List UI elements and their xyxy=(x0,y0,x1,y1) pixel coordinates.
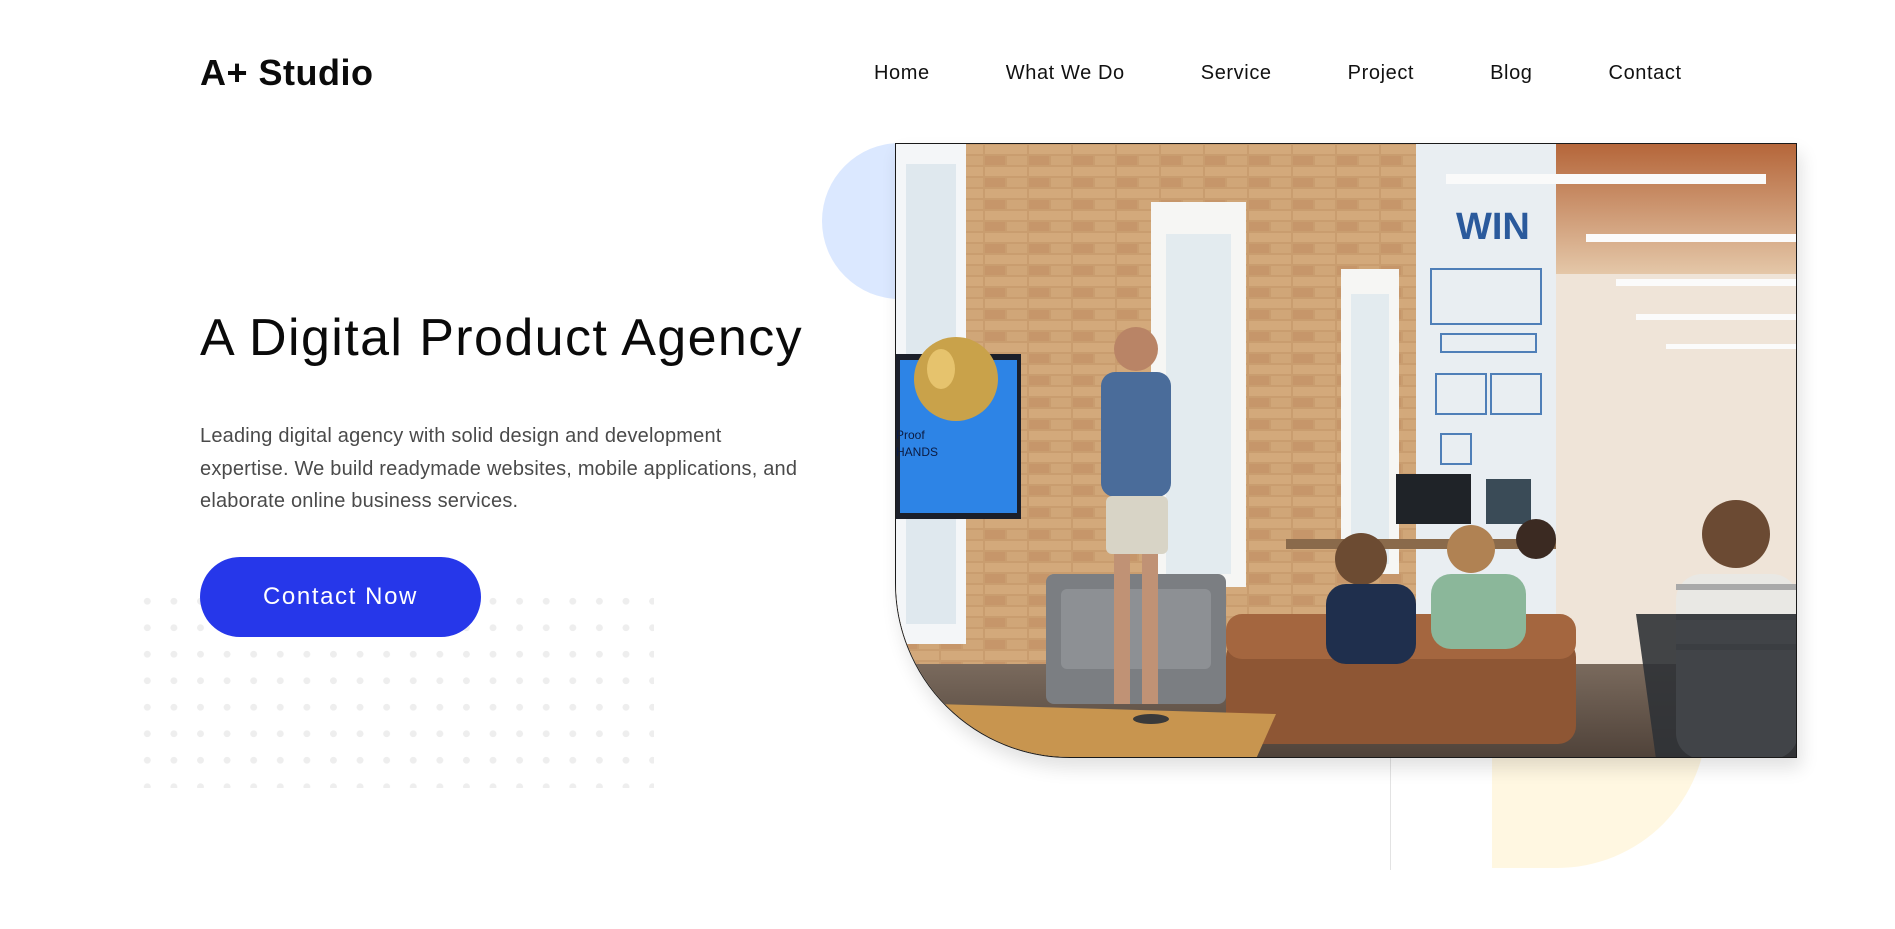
nav-home[interactable]: Home xyxy=(874,62,930,85)
hero-image: WIN Proof HANDS xyxy=(895,143,1797,758)
svg-text:WIN: WIN xyxy=(1456,206,1530,248)
office-meeting-illustration: WIN Proof HANDS xyxy=(896,144,1796,757)
svg-text:HANDS: HANDS xyxy=(896,445,938,459)
nav-blog[interactable]: Blog xyxy=(1490,62,1532,85)
main-nav: Home What We Do Service Project Blog Con… xyxy=(874,62,1682,85)
svg-text:Proof: Proof xyxy=(896,428,925,442)
brand-logo[interactable]: A+ Studio xyxy=(200,52,374,94)
nav-what-we-do[interactable]: What We Do xyxy=(1006,62,1125,85)
landing-page: A+ Studio Home What We Do Service Projec… xyxy=(0,0,1895,929)
hero-description: Leading digital agency with solid design… xyxy=(200,425,798,512)
nav-contact[interactable]: Contact xyxy=(1609,62,1682,85)
nav-project[interactable]: Project xyxy=(1348,62,1414,85)
contact-now-button[interactable]: Contact Now xyxy=(200,557,481,637)
nav-service[interactable]: Service xyxy=(1201,62,1272,85)
hero-title: A Digital Product Agency xyxy=(200,309,804,367)
